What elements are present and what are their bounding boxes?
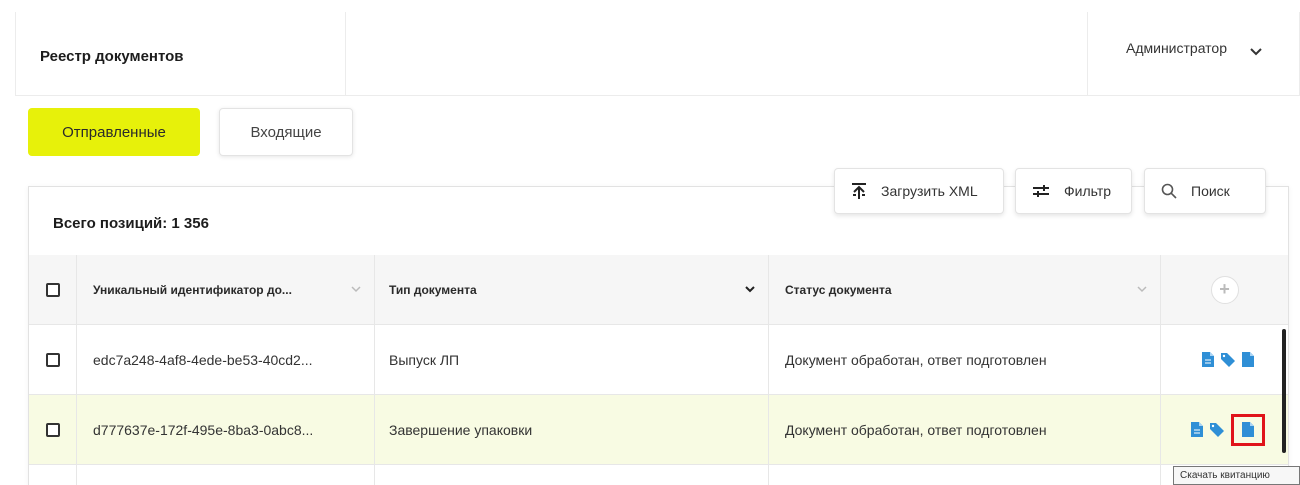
cell-type	[375, 465, 769, 485]
column-header-status-label: Статус документа	[785, 282, 892, 297]
select-all-checkbox[interactable]	[45, 282, 60, 297]
column-header-id[interactable]: Уникальный идентификатор до...	[77, 255, 375, 324]
app-header: Реестр документов Администратор	[15, 12, 1300, 96]
plus-icon: +	[1219, 279, 1230, 299]
upload-xml-button[interactable]: Загрузить XML	[834, 168, 1004, 214]
table-scrollbar[interactable]	[1282, 329, 1286, 453]
receipt-icon[interactable]	[1241, 352, 1254, 367]
column-header-type-label: Тип документа	[389, 282, 477, 297]
title-cell: Реестр документов	[16, 12, 346, 96]
document-icon[interactable]	[1201, 352, 1214, 367]
filter-button[interactable]: Фильтр	[1015, 168, 1132, 214]
user-name: Администратор	[1126, 40, 1228, 56]
row-actions	[1161, 395, 1288, 464]
cell-id: edc7a248-4af8-4ede-be53-40cd2...	[77, 325, 375, 394]
table-row[interactable]: d777637e-172f-495e-8ba3-0abc8... Заверше…	[29, 395, 1288, 465]
tab-sent-label: Отправленные	[62, 123, 166, 141]
filter-label: Фильтр	[1064, 183, 1112, 199]
tab-incoming-label: Входящие	[250, 123, 322, 141]
search-label: Поиск	[1191, 183, 1230, 199]
total-count: Всего позиций: 1 356	[53, 215, 209, 232]
user-menu[interactable]: Администратор	[1087, 12, 1300, 96]
cell-type: Завершение упаковки	[375, 395, 769, 464]
document-icon[interactable]	[1190, 422, 1203, 437]
download-receipt-highlight[interactable]	[1230, 413, 1265, 446]
cell-status: Документ обработан, ответ подготовлен	[769, 325, 1161, 394]
row-checkbox[interactable]	[45, 352, 60, 367]
search-icon	[1161, 183, 1177, 199]
column-header-status[interactable]: Статус документа	[769, 255, 1161, 324]
cell-id	[77, 465, 375, 485]
row-checkbox[interactable]	[45, 422, 60, 437]
tab-sent[interactable]: Отправленные	[28, 108, 200, 156]
row-checkbox-cell	[29, 465, 77, 485]
actions-header-cell: +	[1161, 255, 1288, 324]
receipt-icon[interactable]	[1241, 422, 1254, 437]
row-actions	[1161, 325, 1288, 394]
cell-type: Выпуск ЛП	[375, 325, 769, 394]
upload-xml-label: Загрузить XML	[881, 183, 978, 199]
chevron-down-icon[interactable]	[1136, 283, 1148, 295]
tag-icon[interactable]	[1220, 352, 1235, 367]
table-header: Уникальный идентификатор до... Тип докум…	[29, 255, 1288, 325]
cell-status	[769, 465, 1161, 485]
table-row[interactable]	[29, 465, 1288, 485]
column-header-id-label: Уникальный идентификатор до...	[93, 282, 292, 297]
column-header-type[interactable]: Тип документа	[375, 255, 769, 324]
page-title: Реестр документов	[40, 48, 184, 65]
chevron-down-icon[interactable]	[1248, 43, 1264, 59]
cell-id: d777637e-172f-495e-8ba3-0abc8...	[77, 395, 375, 464]
cell-status: Документ обработан, ответ подготовлен	[769, 395, 1161, 464]
filter-icon	[1033, 185, 1049, 197]
row-checkbox-cell	[29, 395, 77, 464]
row-checkbox-cell	[29, 325, 77, 394]
upload-icon	[852, 183, 866, 199]
chevron-down-icon[interactable]	[744, 283, 756, 295]
chevron-down-icon[interactable]	[350, 283, 362, 295]
tag-icon[interactable]	[1209, 422, 1224, 437]
header-checkbox-cell	[29, 255, 77, 324]
search-button[interactable]: Поиск	[1144, 168, 1266, 214]
table-row[interactable]: edc7a248-4af8-4ede-be53-40cd2... Выпуск …	[29, 325, 1288, 395]
add-column-button[interactable]: +	[1210, 275, 1239, 304]
download-receipt-tooltip: Скачать квитанцию	[1173, 466, 1300, 485]
tab-incoming[interactable]: Входящие	[219, 108, 353, 156]
